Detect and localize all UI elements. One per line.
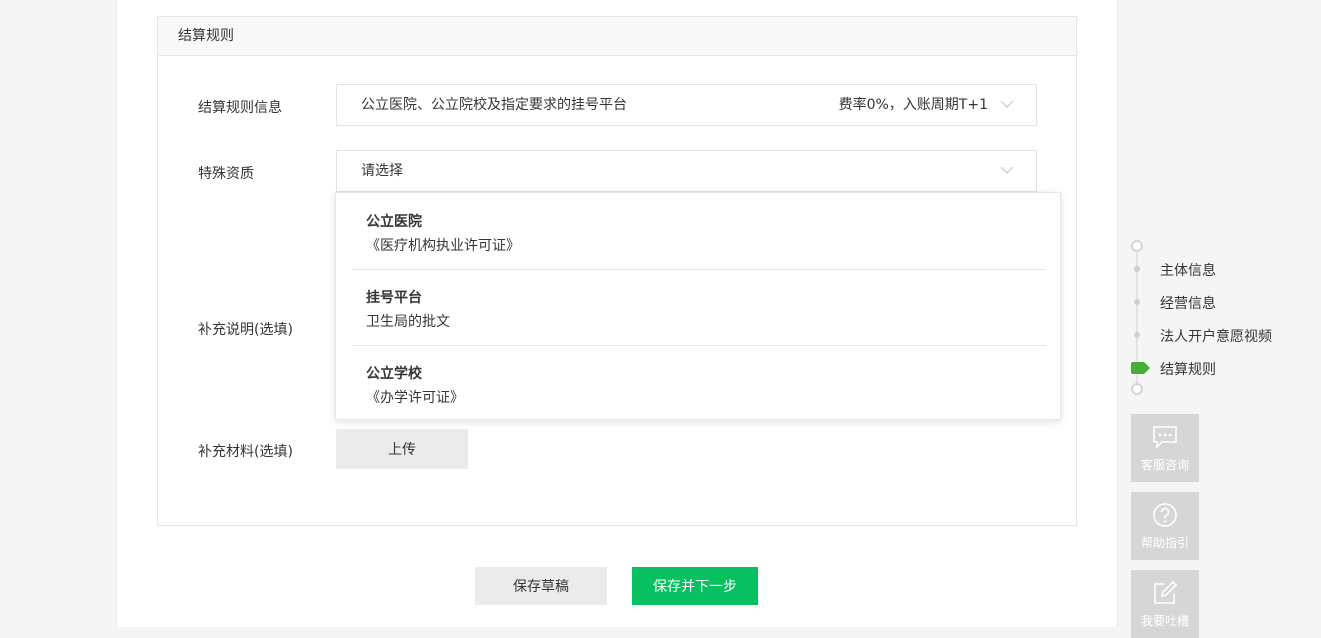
- qualification-select[interactable]: 请选择: [336, 150, 1037, 192]
- customer-service-button[interactable]: 客服咨询: [1131, 414, 1199, 482]
- step-start-ring: [1131, 240, 1143, 252]
- step-end-ring: [1131, 383, 1143, 395]
- side-button-label: 我要吐槽: [1140, 614, 1189, 628]
- question-icon: [1153, 503, 1177, 527]
- upload-button[interactable]: 上传: [336, 429, 468, 469]
- option-desc: 《医疗机构执业许可证》: [366, 238, 520, 254]
- chat-icon: [1153, 426, 1177, 449]
- progress-steps: 主体信息 经营信息 法人开户意愿视频 结算规则: [1130, 240, 1310, 400]
- help-guide-button[interactable]: 帮助指引: [1131, 492, 1199, 560]
- supplement-material-label: 补充材料(选填): [198, 444, 293, 460]
- option-desc: 卫生局的批文: [366, 314, 450, 330]
- option-title: 公立学校: [366, 366, 422, 382]
- rule-info-value: 公立医院、公立院校及指定要求的挂号平台: [361, 97, 627, 113]
- dropdown-option-hospital[interactable]: 公立医院 《医疗机构执业许可证》: [352, 193, 1046, 270]
- option-title: 公立医院: [366, 214, 422, 230]
- edit-icon: [1154, 580, 1178, 604]
- step-dot: [1134, 266, 1140, 272]
- panel-title: 结算规则: [158, 17, 1076, 56]
- save-draft-button[interactable]: 保存草稿: [475, 567, 607, 605]
- qualification-dropdown: 公立医院 《医疗机构执业许可证》 挂号平台 卫生局的批文 公立学校 《办学许可证…: [335, 192, 1061, 420]
- step-dot: [1134, 299, 1140, 305]
- step-legal-video[interactable]: 法人开户意愿视频: [1160, 326, 1272, 346]
- supplement-desc-label: 补充说明(选填): [198, 322, 293, 338]
- step-settlement-rule[interactable]: 结算规则: [1160, 359, 1216, 379]
- option-title: 挂号平台: [366, 290, 422, 306]
- step-main-info[interactable]: 主体信息: [1160, 260, 1216, 280]
- step-dot: [1134, 332, 1140, 338]
- rule-info-label: 结算规则信息: [198, 100, 282, 116]
- side-button-label: 帮助指引: [1140, 536, 1189, 550]
- save-next-button[interactable]: 保存并下一步: [632, 567, 758, 605]
- option-desc: 《办学许可证》: [366, 390, 464, 406]
- step-business-info[interactable]: 经营信息: [1160, 293, 1216, 313]
- dropdown-option-school[interactable]: 公立学校 《办学许可证》: [352, 345, 1046, 421]
- chevron-down-icon: [1000, 166, 1014, 174]
- qualification-placeholder: 请选择: [361, 163, 403, 179]
- qualification-label: 特殊资质: [198, 166, 254, 182]
- rule-info-select[interactable]: 公立医院、公立院校及指定要求的挂号平台 费率0%，入账周期T+1: [336, 84, 1037, 126]
- step-active-flag: [1131, 362, 1150, 374]
- side-button-label: 客服咨询: [1140, 458, 1189, 472]
- feedback-button[interactable]: 我要吐槽: [1131, 570, 1199, 638]
- dropdown-option-registration[interactable]: 挂号平台 卫生局的批文: [352, 269, 1046, 346]
- chevron-down-icon: [1000, 100, 1014, 108]
- rule-info-rate: 费率0%，入账周期T+1: [838, 97, 988, 113]
